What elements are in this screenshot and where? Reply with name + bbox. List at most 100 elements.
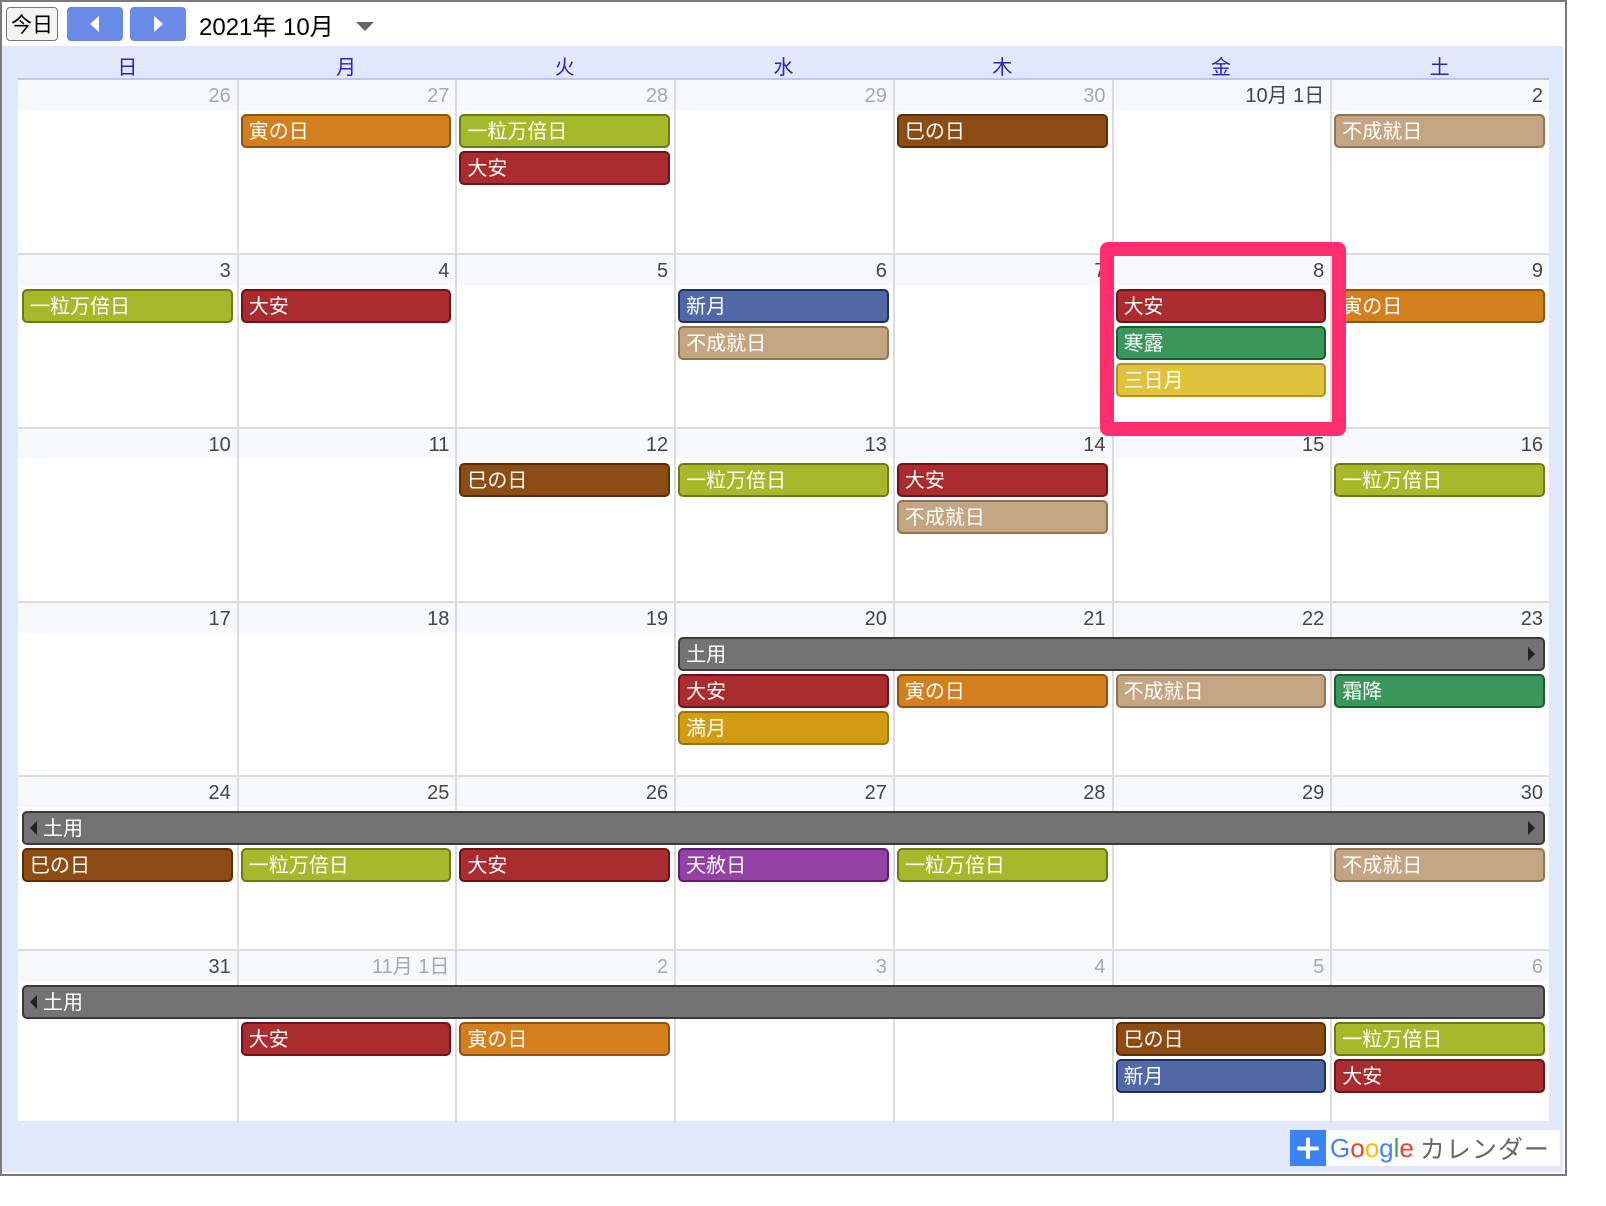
event-chip[interactable]: 大安 [1115, 289, 1327, 323]
event-chip[interactable]: 不成就日 [1334, 848, 1545, 882]
month-title: 2021年 10月 [199, 13, 334, 41]
day-number: 3 [18, 255, 237, 285]
event-chip[interactable]: 大安 [1334, 1059, 1545, 1093]
google-letter: G [1330, 1132, 1351, 1163]
today-button[interactable]: 今日 [6, 7, 58, 41]
day-cell[interactable]: 4 [892, 951, 1112, 1123]
event-chip[interactable]: 不成就日 [1115, 674, 1327, 708]
week-row: 17 18 19 20 21 22 23 土用 大安 寅の日 不成就日 霜降 満月 [18, 601, 1549, 775]
day-cell[interactable]: 10月 1日 [1111, 80, 1331, 254]
day-cell[interactable]: 27 [236, 80, 456, 254]
add-to-google-calendar-button[interactable]: + Google カレンダー [1290, 1130, 1560, 1166]
day-cell[interactable]: 13 [674, 429, 893, 601]
multi-day-event[interactable]: 土用 [22, 811, 1545, 845]
caret-down-icon[interactable] [355, 21, 374, 31]
event-chip[interactable]: 不成就日 [678, 326, 889, 360]
event-chip[interactable]: 寒露 [1115, 326, 1327, 360]
day-cell[interactable]: 15 [1111, 429, 1331, 601]
day-cell[interactable]: 12 [455, 429, 675, 601]
day-cell[interactable]: 11 [236, 429, 456, 601]
event-chip[interactable]: 霜降 [1334, 674, 1545, 708]
event-title: 一粒万倍日 [467, 119, 568, 143]
day-cell[interactable]: 19 [455, 603, 675, 775]
event-chip[interactable]: 寅の日 [240, 114, 452, 148]
event-title: 一粒万倍日 [248, 853, 349, 877]
day-cell[interactable]: 7 [892, 255, 1112, 427]
day-cell[interactable]: 9 [1330, 255, 1549, 427]
day-cell[interactable]: 17 [18, 603, 237, 775]
event-chip[interactable]: 一粒万倍日 [240, 848, 452, 882]
event-chip[interactable]: 大安 [459, 848, 671, 882]
event-chip[interactable]: 天赦日 [678, 848, 889, 882]
continues-left-icon [30, 995, 37, 1009]
day-cell[interactable]: 31 [18, 951, 237, 1123]
weekday-sun: 日 [117, 55, 138, 79]
day-cell[interactable]: 10 [18, 429, 237, 601]
event-title: 土用 [686, 642, 727, 666]
day-number: 20 [676, 603, 893, 633]
event-title: 巳の日 [904, 119, 965, 143]
next-month-button[interactable] [130, 7, 186, 41]
day-number: 22 [1113, 603, 1331, 633]
event-chip[interactable]: 一粒万倍日 [1334, 1022, 1545, 1056]
event-chip[interactable]: 満月 [678, 711, 889, 745]
event-chip[interactable]: 寅の日 [1334, 289, 1545, 323]
day-number: 21 [894, 603, 1112, 633]
week-row: 26 27 28 29 30 10月 1日 2 寅の日 一粒万倍日 大安 巳の日 不成就日 [18, 80, 1549, 254]
event-chip[interactable]: 一粒万倍日 [459, 114, 671, 148]
day-number: 9 [1332, 255, 1549, 285]
day-number: 6 [1332, 951, 1549, 981]
day-cell[interactable]: 30 [892, 80, 1112, 254]
multi-day-event[interactable]: 土用 [678, 637, 1545, 671]
toolbar: 今日 2021年 10月 [6, 6, 374, 42]
day-number: 30 [1332, 777, 1549, 807]
day-cell[interactable]: 3 [18, 255, 237, 427]
day-cell[interactable]: 5 [455, 255, 675, 427]
day-number: 5 [1113, 951, 1331, 981]
event-chip[interactable]: 新月 [1115, 1059, 1327, 1093]
event-chip[interactable]: 三日月 [1115, 363, 1327, 397]
event-title: 不成就日 [686, 331, 767, 355]
event-chip[interactable]: 大安 [240, 289, 452, 323]
event-chip[interactable]: 巳の日 [1115, 1022, 1327, 1056]
event-chip[interactable]: 一粒万倍日 [1334, 463, 1545, 497]
event-chip[interactable]: 大安 [459, 151, 671, 185]
day-number: 19 [457, 603, 675, 633]
event-chip[interactable]: 一粒万倍日 [22, 289, 233, 323]
day-cell[interactable]: 16 [1330, 429, 1549, 601]
day-cell[interactable]: 3 [674, 951, 893, 1123]
event-title: 一粒万倍日 [686, 468, 787, 492]
event-chip[interactable]: 巳の日 [896, 114, 1108, 148]
event-chip[interactable]: 一粒万倍日 [896, 848, 1108, 882]
day-cell[interactable]: 18 [236, 603, 456, 775]
event-title: 大安 [467, 853, 508, 877]
event-chip[interactable]: 新月 [678, 289, 889, 323]
day-cell[interactable]: 26 [18, 80, 237, 254]
weekday-tue: 火 [554, 55, 575, 79]
event-chip[interactable]: 不成就日 [896, 500, 1108, 534]
event-title: 巳の日 [30, 853, 90, 877]
event-chip[interactable]: 一粒万倍日 [678, 463, 889, 497]
event-title: 大安 [467, 156, 508, 180]
event-chip[interactable]: 大安 [678, 674, 889, 708]
event-chip[interactable]: 大安 [240, 1022, 452, 1056]
event-chip[interactable]: 巳の日 [22, 848, 233, 882]
event-chip[interactable]: 大安 [896, 463, 1108, 497]
event-title: 不成就日 [904, 505, 985, 529]
day-number: 30 [894, 80, 1112, 110]
event-title: 満月 [686, 716, 727, 740]
day-cell[interactable]: 29 [1111, 777, 1331, 949]
multi-day-event[interactable]: 土用 [22, 985, 1545, 1019]
event-chip[interactable]: 巳の日 [459, 463, 671, 497]
event-chip[interactable]: 不成就日 [1334, 114, 1545, 148]
day-number: 2 [457, 951, 675, 981]
day-cell[interactable]: 2 [1330, 80, 1549, 254]
day-cell[interactable]: 29 [674, 80, 893, 254]
day-number: 6 [676, 255, 893, 285]
day-cell[interactable]: 4 [236, 255, 456, 427]
day-number: 10月 1日 [1113, 80, 1331, 110]
event-chip[interactable]: 寅の日 [459, 1022, 671, 1056]
day-number: 18 [238, 603, 456, 633]
event-chip[interactable]: 寅の日 [896, 674, 1108, 708]
prev-month-button[interactable] [67, 7, 123, 41]
